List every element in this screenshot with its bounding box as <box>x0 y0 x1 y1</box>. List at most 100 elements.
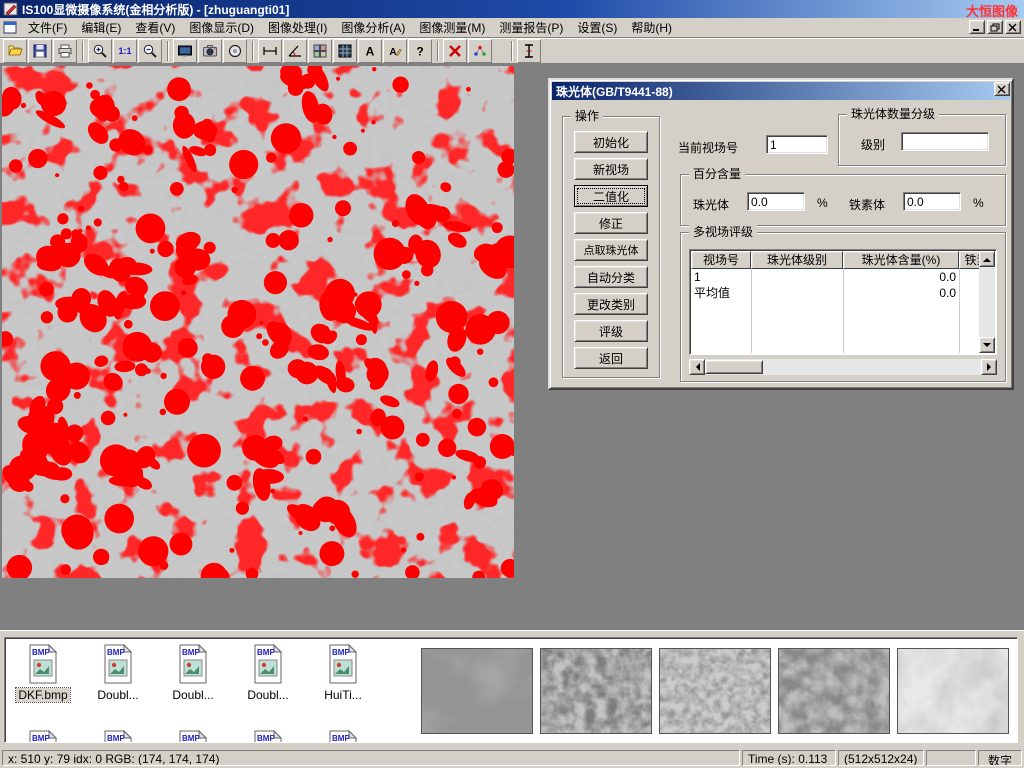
table-hscrollbar[interactable] <box>689 359 997 375</box>
dialog-close-button[interactable] <box>994 82 1010 96</box>
menu-view[interactable]: 查看(V) <box>128 17 182 38</box>
menu-image-analysis[interactable]: 图像分析(A) <box>334 17 412 38</box>
menu-image-measure[interactable]: 图像测量(M) <box>412 17 492 38</box>
multifield-group-label: 多视场评级 <box>689 225 757 239</box>
calibrate-button[interactable] <box>468 39 492 63</box>
scroll-up-button[interactable] <box>979 251 995 267</box>
file-item[interactable]: BMP Doubl... <box>82 644 154 702</box>
grade-button[interactable]: 评级 <box>574 320 648 342</box>
col-grade[interactable]: 珠光体级别 <box>751 251 843 269</box>
bmp-file-icon: BMP <box>326 730 360 743</box>
file-list[interactable]: BMP DKF.bmp BMP Doubl... BMP Doubl... <box>4 637 1018 743</box>
menu-measure-report[interactable]: 测量报告(P) <box>492 17 570 38</box>
scroll-down-button[interactable] <box>979 337 995 353</box>
table-row[interactable]: 平均值 0.0 <box>691 285 979 301</box>
thumbnail-1[interactable] <box>421 648 533 734</box>
init-button[interactable]: 初始化 <box>574 131 648 153</box>
new-field-button[interactable]: 新视场 <box>574 158 648 180</box>
grading-table-body[interactable]: 视场号 珠光体级别 珠光体含量(%) 铁素体含量(%) 1 0.0 平均值 <box>691 251 979 353</box>
label-a-button[interactable]: A <box>358 39 382 63</box>
col-ferrite[interactable]: 铁素体含量(%) <box>959 251 979 269</box>
col-field[interactable]: 视场号 <box>691 251 751 269</box>
restore-icon <box>990 23 1000 32</box>
titlebar[interactable]: IS100显微摄像系统(金相分析版) - [zhuguangti01] 大恒图像 <box>0 0 1024 18</box>
pearlite-percent-input[interactable] <box>747 192 805 211</box>
change-class-button[interactable]: 更改类别 <box>574 293 648 315</box>
bmp-file-icon: BMP <box>251 730 285 743</box>
caliper-button[interactable] <box>517 39 541 63</box>
thumbnail-2[interactable] <box>540 648 652 734</box>
annotate-button[interactable]: A <box>383 39 407 63</box>
thumbnail-4[interactable] <box>778 648 890 734</box>
file-item-partial[interactable]: BMP <box>307 730 379 743</box>
file-item[interactable]: BMP HuiTi... <box>307 644 379 702</box>
mosaic-button[interactable] <box>308 39 332 63</box>
col-pearlite[interactable]: 珠光体含量(%) <box>843 251 959 269</box>
scroll-right-button[interactable] <box>981 359 997 375</box>
print-button[interactable] <box>53 39 77 63</box>
grading-group-label: 珠光体数量分级 <box>847 107 939 121</box>
current-field-input[interactable] <box>766 135 828 154</box>
status-time: Time (s): 0.113 <box>742 750 836 766</box>
status-blank <box>926 750 976 766</box>
child-close-button[interactable] <box>1005 20 1021 34</box>
menu-settings[interactable]: 设置(S) <box>570 17 624 38</box>
label-a-icon: A <box>362 43 378 59</box>
dialog-titlebar[interactable]: 珠光体(GB/T9441-88) <box>552 82 1010 100</box>
file-item-partial[interactable]: BMP <box>157 730 229 743</box>
micrograph-image[interactable] <box>2 66 514 578</box>
file-item-partial[interactable]: BMP <box>232 730 304 743</box>
menu-edit[interactable]: 编辑(E) <box>74 17 128 38</box>
save-button[interactable] <box>28 39 52 63</box>
binarize-button[interactable]: 二值化 <box>574 185 648 207</box>
child-restore-button[interactable] <box>987 20 1003 34</box>
grade-input[interactable] <box>901 132 989 151</box>
thumbnail-5[interactable] <box>897 648 1009 734</box>
file-name[interactable]: Doubl... <box>245 688 290 702</box>
child-minimize-button[interactable] <box>969 20 985 34</box>
capture-button[interactable] <box>173 39 197 63</box>
return-button[interactable]: 返回 <box>574 347 648 369</box>
ferrite-percent-input[interactable] <box>903 192 961 211</box>
file-name[interactable]: DKF.bmp <box>16 688 69 702</box>
file-name[interactable]: HuiTi... <box>322 688 364 702</box>
file-item-partial[interactable]: BMP <box>7 730 79 743</box>
toolbar-separator <box>252 41 254 61</box>
bmp-file-icon: BMP <box>176 644 210 684</box>
delete-button[interactable] <box>443 39 467 63</box>
correct-button[interactable]: 修正 <box>574 212 648 234</box>
pick-pearlite-button[interactable]: 点取珠光体 <box>574 239 648 261</box>
measure-angle-button[interactable] <box>283 39 307 63</box>
menu-help[interactable]: 帮助(H) <box>624 17 679 38</box>
file-item[interactable]: BMP Doubl... <box>157 644 229 702</box>
grid-button[interactable] <box>333 39 357 63</box>
help-button[interactable]: ? <box>408 39 432 63</box>
operations-group-label: 操作 <box>571 109 603 123</box>
menu-image-process[interactable]: 图像处理(I) <box>261 17 334 38</box>
gallery-panel: BMP DKF.bmp BMP Doubl... BMP Doubl... <box>0 630 1024 748</box>
file-name[interactable]: Doubl... <box>95 688 140 702</box>
file-item[interactable]: BMP DKF.bmp <box>7 644 79 702</box>
menu-file[interactable]: 文件(F) <box>21 17 74 38</box>
close-icon <box>1008 23 1018 32</box>
actual-size-button[interactable]: 1:1 <box>113 39 137 63</box>
camera-button[interactable] <box>198 39 222 63</box>
zoom-in-button[interactable] <box>88 39 112 63</box>
thumbnail-3[interactable] <box>659 648 771 734</box>
table-row[interactable]: 1 0.0 <box>691 269 979 285</box>
table-vscrollbar[interactable] <box>979 251 995 353</box>
file-item[interactable]: BMP Doubl... <box>232 644 304 702</box>
file-name[interactable]: Doubl... <box>170 688 215 702</box>
menu-image-display[interactable]: 图像显示(D) <box>182 17 261 38</box>
scroll-left-button[interactable] <box>689 359 705 375</box>
close-icon <box>997 85 1007 94</box>
measure-length-button[interactable] <box>258 39 282 63</box>
hscroll-thumb[interactable] <box>705 360 763 374</box>
auto-classify-button[interactable]: 自动分类 <box>574 266 648 288</box>
zoom-out-button[interactable] <box>138 39 162 63</box>
bmp-file-icon: BMP <box>26 730 60 743</box>
circle-tool-button[interactable] <box>223 39 247 63</box>
open-button[interactable] <box>3 39 27 63</box>
svg-text:BMP: BMP <box>332 734 350 743</box>
file-item-partial[interactable]: BMP <box>82 730 154 743</box>
